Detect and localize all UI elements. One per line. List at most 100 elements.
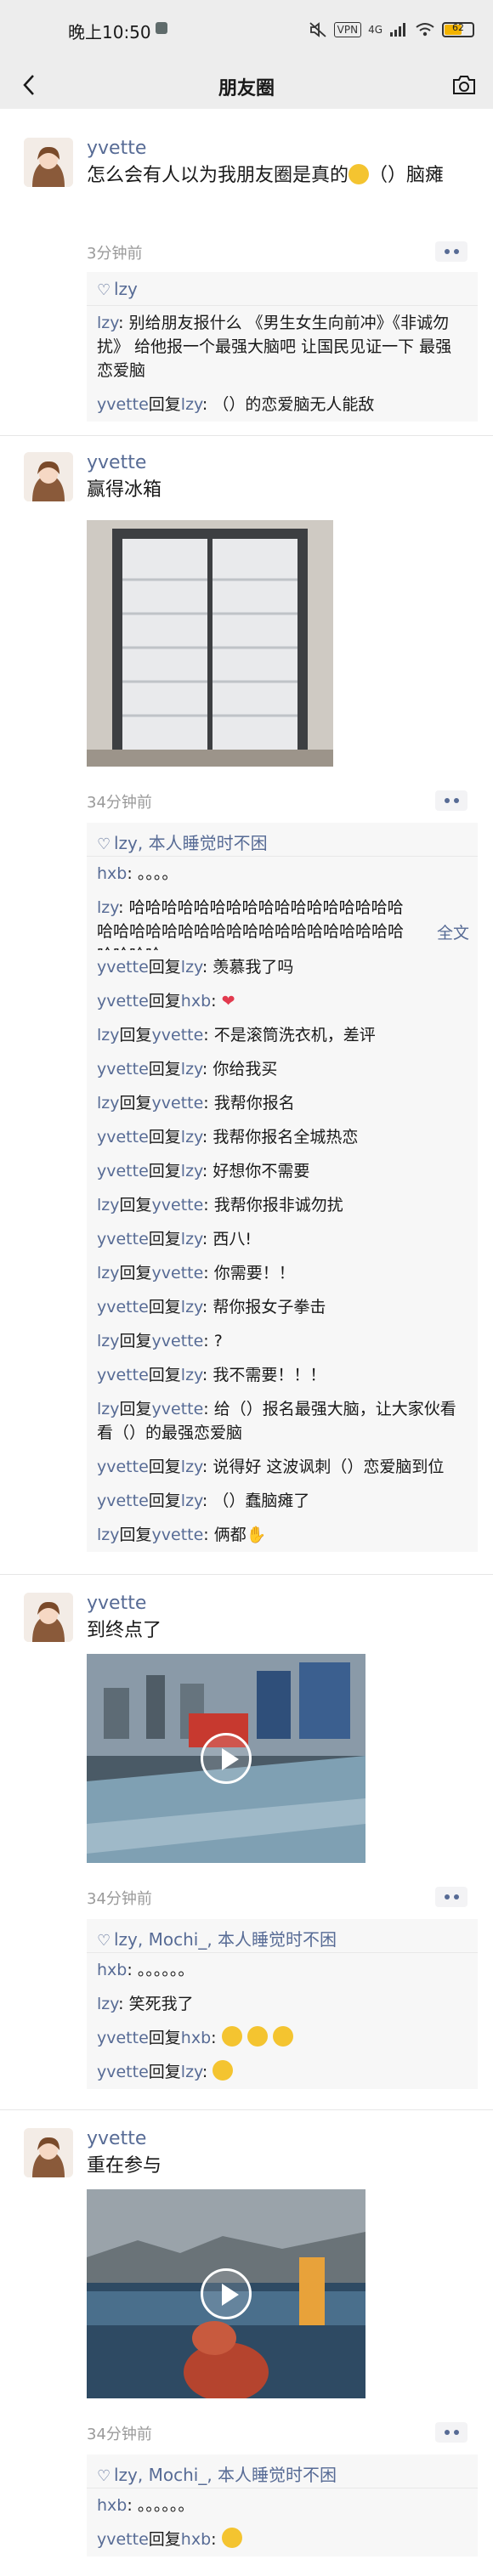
- post-divider: [0, 2109, 493, 2110]
- post-author[interactable]: yvette: [87, 138, 146, 159]
- smile-emoji-icon: [221, 2026, 242, 2047]
- post-time: 34分钟前: [87, 1890, 152, 1908]
- likes-names: lzy, Mochi_, 本人睡觉时不困: [114, 2465, 337, 2485]
- post-text: 赢得冰箱: [87, 479, 162, 501]
- camera-button[interactable]: [449, 71, 479, 99]
- comment-item[interactable]: yvette回复hxb:: [87, 2522, 478, 2556]
- nav-bar: 朋友圈: [0, 61, 493, 109]
- grin-emoji-icon: [212, 2060, 234, 2081]
- thinking-emoji-icon: [348, 164, 370, 184]
- post-divider: [0, 435, 493, 436]
- comment-box: ♡ lzy, Mochi_, 本人睡觉时不困 hxb: 。。。。。。 lzy: 笑…: [87, 1919, 478, 2089]
- likes-row[interactable]: ♡ lzy: [87, 272, 478, 306]
- comment-item[interactable]: yvette回复lzy: （）蠢脑瘫了: [87, 1484, 478, 1518]
- comment-item[interactable]: yvette回复hxb: ❤: [87, 984, 478, 1018]
- heart-icon: ♡: [97, 1932, 111, 1950]
- more-actions-button[interactable]: [435, 241, 468, 262]
- more-actions-button[interactable]: [435, 2422, 468, 2443]
- network-label: 4G: [368, 24, 382, 36]
- comment-item[interactable]: yvette回复hxb:: [87, 2021, 478, 2055]
- heart-emoji-icon: ❤: [221, 992, 235, 1011]
- battery-icon: 62: [442, 22, 474, 37]
- heart-icon: ♡: [97, 281, 111, 299]
- status-bar: 晚上10:50 VPN 4G 62: [0, 0, 493, 61]
- camera-icon: [453, 76, 475, 94]
- likes-row[interactable]: ♡ lzy, 本人睡觉时不困: [87, 823, 478, 857]
- post-text-main: 怎么会有人以为我朋友圈是真的: [87, 165, 349, 186]
- status-icons: VPN 4G 62: [309, 19, 474, 41]
- comment-box: ♡ lzy, 本人睡觉时不困 hxb: 。。。。 lzy: 哈哈哈哈哈哈哈哈哈哈哈…: [87, 823, 478, 1552]
- post-author[interactable]: yvette: [87, 452, 146, 473]
- status-time: 晚上10:50: [68, 22, 151, 42]
- signal-icon: [390, 23, 405, 37]
- comment-item[interactable]: lzy回复yvette: 给（）报名最强大脑，让大家伙看看（）的最强恋爱脑: [87, 1392, 478, 1450]
- comment-item[interactable]: yvette回复lzy: （）的恋爱脑无人能敌: [87, 388, 478, 422]
- moment-post: yvette 赢得冰箱 34分钟前 ♡ lzy, 本人睡觉时不困 hxb: 。。。…: [0, 442, 493, 1572]
- comment-item[interactable]: hxb: 。。。。。。: [87, 1953, 478, 1987]
- comment-item[interactable]: yvette回复lzy: 你给我买: [87, 1052, 478, 1086]
- comment-item[interactable]: hxb: 。。。。。。: [87, 2488, 478, 2522]
- comment-box: ♡ lzy lzy: 别给朋友报什么 《男生女生向前冲》《非诚勿扰》 给他报一个最…: [87, 272, 478, 422]
- moment-post: yvette 重在参与 34分钟前 ♡ lzy, Mochi_, 本人睡觉时不困 …: [0, 2118, 493, 2576]
- post-time: 34分钟前: [87, 2426, 152, 2443]
- likes-names: lzy, Mochi_, 本人睡觉时不困: [114, 1929, 337, 1950]
- comment-item[interactable]: lzy回复yvette: 我帮你报名: [87, 1086, 478, 1120]
- post-time: 3分钟前: [87, 245, 143, 263]
- post-video[interactable]: [87, 1654, 366, 1863]
- post-text: 重在参与: [87, 2155, 162, 2177]
- avatar[interactable]: [24, 2128, 73, 2177]
- post-video[interactable]: [87, 2189, 366, 2398]
- comment-box: ♡ lzy, Mochi_, 本人睡觉时不困 hxb: 。。。。。。 yvette…: [87, 2454, 478, 2556]
- heart-icon: ♡: [97, 835, 111, 853]
- comment-item[interactable]: yvette回复lzy: 羡慕我了吗: [87, 950, 478, 984]
- post-image[interactable]: [87, 520, 333, 767]
- likes-names: lzy, 本人睡觉时不困: [114, 833, 268, 853]
- more-actions-button[interactable]: [435, 1887, 468, 1907]
- comment-item[interactable]: yvette回复lzy: 我不需要！！！: [87, 1358, 478, 1392]
- comment-item[interactable]: lzy回复yvette: 你需要！！: [87, 1256, 478, 1290]
- comment-item[interactable]: lzy: 笑死我了: [87, 1987, 478, 2021]
- comment-item[interactable]: lzy回复yvette: 不是滚筒洗衣机，差评: [87, 1018, 478, 1052]
- post-author[interactable]: yvette: [87, 2128, 146, 2149]
- battery-level: 62: [452, 22, 464, 33]
- avatar[interactable]: [24, 1593, 73, 1642]
- page-title: 朋友圈: [218, 78, 275, 99]
- avatar[interactable]: [24, 138, 73, 187]
- grin-emoji-icon: [221, 2528, 242, 2548]
- post-text-tail: （）脑瘫: [369, 165, 445, 186]
- post-divider: [0, 1574, 493, 1575]
- comment-item[interactable]: lzy回复yvette: ?: [87, 1324, 478, 1358]
- moment-post: yvette 到终点了 34分钟前 ♡ lzy, Mochi_, 本人睡觉时不困 …: [0, 1582, 493, 2099]
- vpn-label: VPN: [333, 22, 362, 37]
- likes-row[interactable]: ♡ lzy, Mochi_, 本人睡觉时不困: [87, 1919, 478, 1953]
- play-icon[interactable]: [201, 1733, 252, 1784]
- comment-item[interactable]: yvette回复lzy: 好想你不需要: [87, 1154, 478, 1188]
- post-text: 怎么会有人以为我朋友圈是真的 （）脑瘫: [87, 163, 478, 189]
- heart-icon: ♡: [97, 2467, 111, 2485]
- comment-item[interactable]: lzy: 别给朋友报什么 《男生女生向前冲》《非诚勿扰》 给他报一个最强大脑吧 …: [87, 306, 478, 388]
- likes-row[interactable]: ♡ lzy, Mochi_, 本人睡觉时不困: [87, 2454, 478, 2488]
- comment-item[interactable]: yvette回复lzy: 说得好 这波讽刺（）恋爱脑到位: [87, 1450, 478, 1484]
- more-actions-button[interactable]: [435, 790, 468, 811]
- comment-item[interactable]: lzy回复yvette: 我帮你报非诚勿扰: [87, 1188, 478, 1222]
- avatar[interactable]: [24, 452, 73, 501]
- post-text: 到终点了: [87, 1620, 162, 1641]
- comment-item[interactable]: yvette回复lzy: 我帮你报名全城热恋: [87, 1120, 478, 1154]
- pray-emoji-icon: ✋: [246, 1526, 267, 1544]
- grin-emoji-icon: [272, 2026, 293, 2047]
- post-author[interactable]: yvette: [87, 1593, 146, 1614]
- wifi-icon: [416, 23, 434, 37]
- full-text-link[interactable]: 全文: [437, 921, 469, 945]
- moment-post: yvette 怎么会有人以为我朋友圈是真的 （）脑瘫 3分钟前 ♡ lzy lzy:…: [0, 127, 493, 433]
- comment-item[interactable]: lzy: 哈哈哈哈哈哈哈哈哈哈哈哈哈哈哈哈哈哈哈哈哈哈哈哈哈哈哈哈哈哈哈哈哈哈哈…: [87, 891, 478, 950]
- comment-item[interactable]: yvette回复lzy: 帮你报女子拳击: [87, 1290, 478, 1324]
- mute-icon: [309, 22, 326, 37]
- cat-emoji-icon: [246, 2026, 268, 2047]
- comment-item[interactable]: yvette回复lzy: 西八!: [87, 1222, 478, 1256]
- notification-badge-icon: [156, 22, 167, 34]
- likes-names: lzy: [114, 279, 138, 299]
- comment-item[interactable]: yvette回复lzy:: [87, 2055, 478, 2089]
- comment-item[interactable]: hxb: 。。。。: [87, 857, 478, 891]
- play-icon[interactable]: [201, 2268, 252, 2319]
- comment-item[interactable]: lzy回复yvette: 俩都✋: [87, 1518, 478, 1552]
